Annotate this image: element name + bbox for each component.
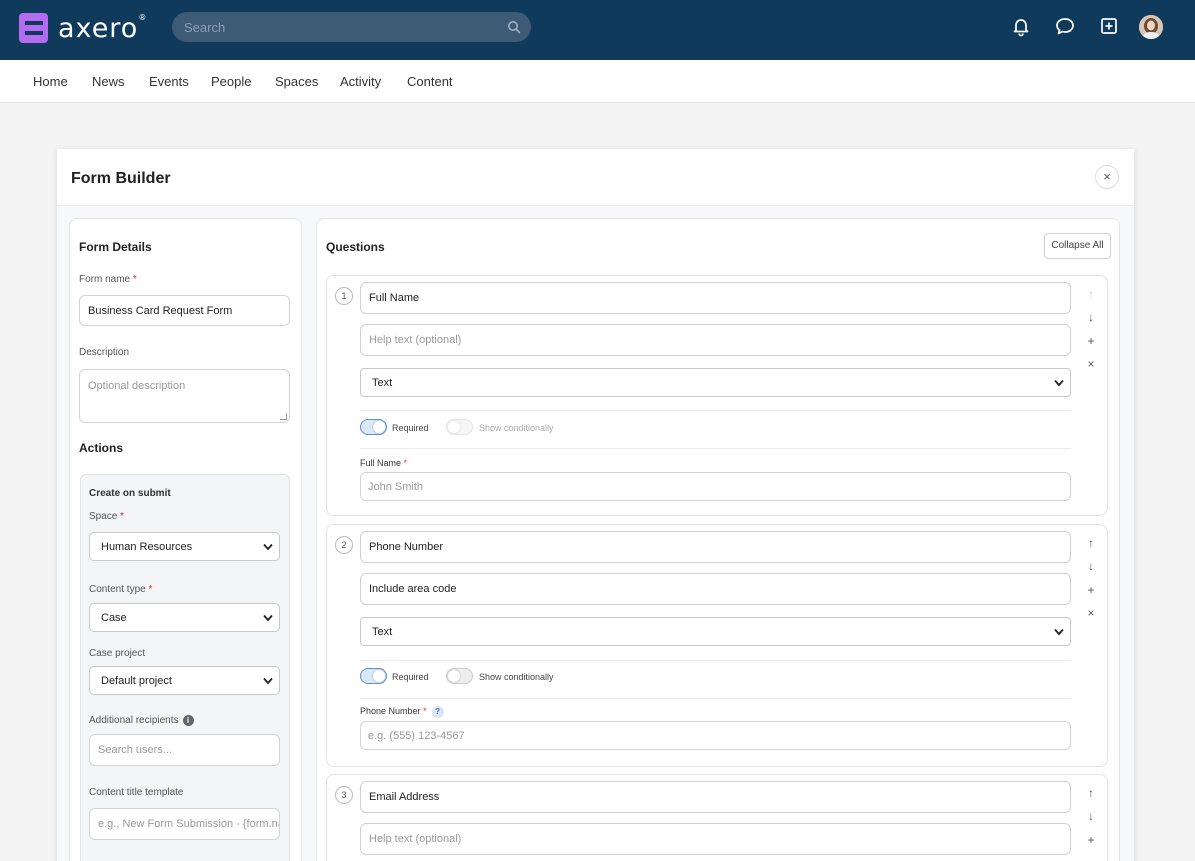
- chevron-down-icon: [263, 614, 273, 621]
- logo-mark-icon: [19, 13, 48, 43]
- registered-mark: ®: [138, 12, 148, 22]
- show-conditionally-toggle[interactable]: [446, 668, 473, 684]
- content-type-label: Content type *: [89, 584, 153, 595]
- preview-input[interactable]: John Smith: [360, 472, 1071, 501]
- actions-title: Actions: [79, 441, 124, 455]
- question-help-input[interactable]: Help text (optional): [360, 324, 1071, 356]
- question-name-input[interactable]: Phone Number: [360, 531, 1071, 563]
- chat-bubble-icon[interactable]: [1054, 15, 1076, 37]
- show-conditionally-label: Show conditionally: [479, 672, 554, 682]
- search-input[interactable]: [184, 12, 504, 42]
- additional-recipients-label: Additional recipients i: [89, 715, 194, 726]
- form-details-card: Form Details Form name * Business Card R…: [69, 218, 302, 861]
- resize-grip-icon[interactable]: [280, 413, 287, 420]
- divider: [360, 410, 1071, 411]
- title-template-input[interactable]: e.g., New Form Submission - {form.na: [89, 808, 280, 840]
- panel-title: Form Builder: [71, 170, 171, 187]
- nav-activity[interactable]: Activity: [340, 74, 381, 89]
- move-up-icon[interactable]: ↑: [1085, 786, 1097, 800]
- question-help-input[interactable]: Include area code: [360, 573, 1071, 605]
- add-question-icon[interactable]: +: [1085, 334, 1097, 348]
- show-conditionally-label: Show conditionally: [479, 423, 554, 433]
- chevron-down-icon: [1054, 628, 1064, 635]
- form-details-title: Form Details: [79, 240, 152, 254]
- form-name-label: Form name *: [79, 274, 137, 285]
- question-card-2: 2 Phone Number Include area code Text Re…: [326, 524, 1108, 767]
- nav-spaces[interactable]: Spaces: [275, 74, 318, 89]
- case-project-select[interactable]: Default project: [89, 666, 280, 695]
- move-up-icon[interactable]: ↑: [1085, 536, 1097, 550]
- chevron-down-icon: [263, 677, 273, 684]
- question-name-input[interactable]: Email Address: [360, 781, 1071, 813]
- move-down-icon[interactable]: ↓: [1085, 809, 1097, 823]
- nav-news[interactable]: News: [92, 74, 125, 89]
- questions-card: Questions Collapse All 1 Full Name Help …: [316, 218, 1120, 861]
- question-card-1: 1 Full Name Help text (optional) Text Re…: [326, 275, 1108, 516]
- divider: [360, 448, 1071, 449]
- question-number: 3: [335, 786, 353, 804]
- divider: [360, 660, 1071, 661]
- form-builder-panel: Form Builder × Form Details Form name * …: [57, 149, 1134, 861]
- preview-label: Phone Number *?: [360, 706, 444, 718]
- preview-label: Full Name *: [360, 458, 408, 468]
- nav-events[interactable]: Events: [149, 74, 189, 89]
- description-textarea[interactable]: Optional description: [79, 369, 290, 423]
- close-button[interactable]: ×: [1095, 165, 1119, 189]
- info-icon[interactable]: i: [182, 715, 194, 726]
- user-avatar[interactable]: [1139, 15, 1163, 39]
- add-question-icon[interactable]: +: [1085, 833, 1097, 847]
- questions-title: Questions: [326, 240, 385, 254]
- main-nav: Home News Events People Spaces Activity …: [0, 60, 1195, 103]
- required-label: Required: [392, 423, 429, 433]
- question-type-select[interactable]: Text: [360, 368, 1071, 397]
- move-up-icon[interactable]: ↑: [1085, 287, 1097, 301]
- question-type-select[interactable]: Text: [360, 617, 1071, 646]
- delete-question-icon[interactable]: ×: [1085, 606, 1097, 620]
- required-label: Required: [392, 672, 429, 682]
- content-title-template-label: Content title template: [89, 787, 184, 798]
- delete-question-icon[interactable]: ×: [1085, 357, 1097, 371]
- question-name-input[interactable]: Full Name: [360, 282, 1071, 314]
- nav-home[interactable]: Home: [33, 74, 68, 89]
- top-bar: axero®: [0, 0, 1195, 60]
- help-tooltip-icon[interactable]: ?: [431, 706, 444, 718]
- add-question-icon[interactable]: +: [1085, 583, 1097, 597]
- search-icon[interactable]: [507, 20, 521, 34]
- panel-header: Form Builder ×: [57, 149, 1134, 206]
- create-plus-square-icon[interactable]: [1098, 15, 1120, 37]
- move-down-icon[interactable]: ↓: [1085, 310, 1097, 324]
- chevron-down-icon: [263, 543, 273, 550]
- chevron-down-icon: [1054, 379, 1064, 386]
- notifications-bell-icon[interactable]: [1010, 15, 1032, 37]
- actions-box: Create on submit Space * Human Resources…: [80, 474, 290, 861]
- question-card-3: 3 Email Address Help text (optional) ↑ ↓…: [326, 774, 1108, 861]
- axero-logo[interactable]: axero®: [19, 12, 147, 44]
- show-conditionally-toggle[interactable]: [446, 419, 473, 435]
- logo-text: axero: [58, 12, 139, 44]
- nav-content[interactable]: Content: [407, 74, 453, 89]
- search-bar[interactable]: [172, 12, 531, 42]
- recipients-search-input[interactable]: Search users...: [89, 734, 280, 766]
- form-name-input[interactable]: Business Card Request Form: [79, 295, 290, 326]
- required-toggle[interactable]: [360, 668, 387, 684]
- collapse-all-button[interactable]: Collapse All: [1044, 233, 1111, 259]
- content-type-select[interactable]: Case: [89, 603, 280, 632]
- create-on-submit-label: Create on submit: [89, 488, 171, 499]
- required-toggle[interactable]: [360, 419, 387, 435]
- preview-input[interactable]: e.g. (555) 123-4567: [360, 721, 1071, 750]
- move-down-icon[interactable]: ↓: [1085, 559, 1097, 573]
- space-select[interactable]: Human Resources: [89, 532, 280, 561]
- nav-people[interactable]: People: [211, 74, 251, 89]
- description-label: Description: [79, 347, 130, 358]
- case-project-label: Case project: [89, 648, 146, 659]
- space-label: Space *: [89, 511, 125, 522]
- question-help-input[interactable]: Help text (optional): [360, 823, 1071, 855]
- divider: [360, 698, 1071, 699]
- question-number: 1: [335, 287, 353, 305]
- question-number: 2: [335, 536, 353, 554]
- avatar-portrait-icon: [1139, 15, 1163, 39]
